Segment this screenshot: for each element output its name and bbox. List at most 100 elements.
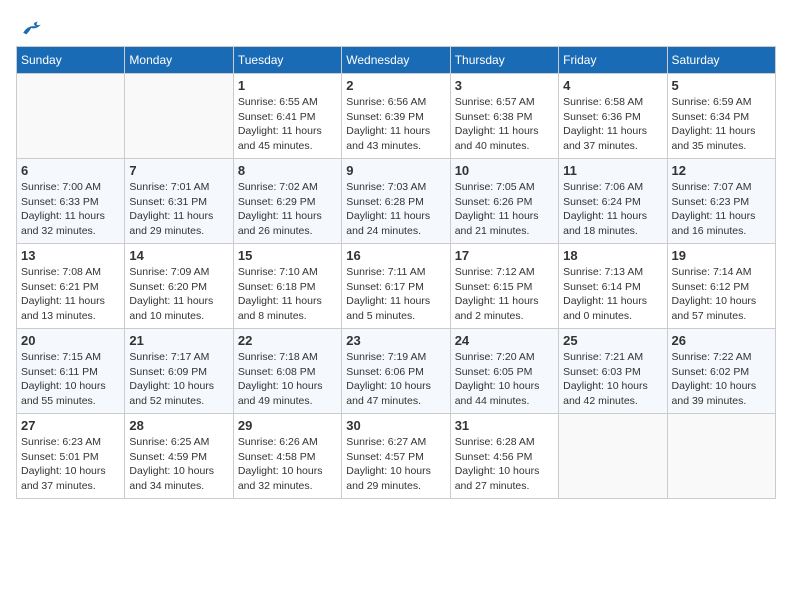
calendar-cell: 24 Sunrise: 7:20 AM Sunset: 6:05 PM Dayli…	[450, 329, 558, 414]
calendar-cell: 5 Sunrise: 6:59 AM Sunset: 6:34 PM Daylig…	[667, 74, 775, 159]
calendar-cell	[559, 414, 667, 499]
day-info: Sunrise: 7:19 AM Sunset: 6:06 PM Dayligh…	[346, 350, 445, 409]
page-header	[16, 16, 776, 36]
calendar-header-tuesday: Tuesday	[233, 47, 341, 74]
logo	[16, 16, 44, 36]
day-number: 26	[672, 333, 771, 348]
day-number: 23	[346, 333, 445, 348]
calendar-cell: 2 Sunrise: 6:56 AM Sunset: 6:39 PM Daylig…	[342, 74, 450, 159]
calendar-week-row: 13 Sunrise: 7:08 AM Sunset: 6:21 PM Dayli…	[17, 244, 776, 329]
day-info: Sunrise: 6:56 AM Sunset: 6:39 PM Dayligh…	[346, 95, 445, 154]
day-number: 31	[455, 418, 554, 433]
calendar-cell: 6 Sunrise: 7:00 AM Sunset: 6:33 PM Daylig…	[17, 159, 125, 244]
day-number: 13	[21, 248, 120, 263]
day-info: Sunrise: 7:08 AM Sunset: 6:21 PM Dayligh…	[21, 265, 120, 324]
calendar-cell	[17, 74, 125, 159]
day-number: 15	[238, 248, 337, 263]
day-info: Sunrise: 6:25 AM Sunset: 4:59 PM Dayligh…	[129, 435, 228, 494]
day-number: 28	[129, 418, 228, 433]
calendar-cell: 4 Sunrise: 6:58 AM Sunset: 6:36 PM Daylig…	[559, 74, 667, 159]
calendar-cell: 1Sunrise: 6:55 AM Sunset: 6:41 PM Daylig…	[233, 74, 341, 159]
calendar-cell: 29 Sunrise: 6:26 AM Sunset: 4:58 PM Dayli…	[233, 414, 341, 499]
calendar-header-wednesday: Wednesday	[342, 47, 450, 74]
calendar-week-row: 6 Sunrise: 7:00 AM Sunset: 6:33 PM Daylig…	[17, 159, 776, 244]
calendar-cell: 8 Sunrise: 7:02 AM Sunset: 6:29 PM Daylig…	[233, 159, 341, 244]
day-info: Sunrise: 7:14 AM Sunset: 6:12 PM Dayligh…	[672, 265, 771, 324]
day-number: 25	[563, 333, 662, 348]
day-info: Sunrise: 7:06 AM Sunset: 6:24 PM Dayligh…	[563, 180, 662, 239]
calendar-cell: 18 Sunrise: 7:13 AM Sunset: 6:14 PM Dayli…	[559, 244, 667, 329]
logo-bird-icon	[20, 16, 44, 40]
calendar-header-saturday: Saturday	[667, 47, 775, 74]
calendar-cell: 28 Sunrise: 6:25 AM Sunset: 4:59 PM Dayli…	[125, 414, 233, 499]
day-number: 3	[455, 78, 554, 93]
calendar-week-row: 1Sunrise: 6:55 AM Sunset: 6:41 PM Daylig…	[17, 74, 776, 159]
calendar-week-row: 27Sunrise: 6:23 AM Sunset: 5:01 PM Dayli…	[17, 414, 776, 499]
day-number: 5	[672, 78, 771, 93]
day-info: Sunrise: 7:02 AM Sunset: 6:29 PM Dayligh…	[238, 180, 337, 239]
day-info: Sunrise: 7:03 AM Sunset: 6:28 PM Dayligh…	[346, 180, 445, 239]
calendar-table: SundayMondayTuesdayWednesdayThursdayFrid…	[16, 46, 776, 499]
calendar-header-sunday: Sunday	[17, 47, 125, 74]
day-info: Sunrise: 7:22 AM Sunset: 6:02 PM Dayligh…	[672, 350, 771, 409]
day-number: 4	[563, 78, 662, 93]
day-number: 10	[455, 163, 554, 178]
day-info: Sunrise: 7:10 AM Sunset: 6:18 PM Dayligh…	[238, 265, 337, 324]
day-number: 21	[129, 333, 228, 348]
day-number: 12	[672, 163, 771, 178]
day-number: 6	[21, 163, 120, 178]
day-info: Sunrise: 6:55 AM Sunset: 6:41 PM Dayligh…	[238, 95, 337, 154]
calendar-cell: 12 Sunrise: 7:07 AM Sunset: 6:23 PM Dayli…	[667, 159, 775, 244]
day-number: 9	[346, 163, 445, 178]
day-info: Sunrise: 7:01 AM Sunset: 6:31 PM Dayligh…	[129, 180, 228, 239]
calendar-cell: 10Sunrise: 7:05 AM Sunset: 6:26 PM Dayli…	[450, 159, 558, 244]
day-number: 11	[563, 163, 662, 178]
calendar-header-friday: Friday	[559, 47, 667, 74]
day-number: 8	[238, 163, 337, 178]
day-number: 20	[21, 333, 120, 348]
calendar-header-row: SundayMondayTuesdayWednesdayThursdayFrid…	[17, 47, 776, 74]
calendar-cell: 25 Sunrise: 7:21 AM Sunset: 6:03 PM Dayli…	[559, 329, 667, 414]
day-number: 24	[455, 333, 554, 348]
day-info: Sunrise: 6:23 AM Sunset: 5:01 PM Dayligh…	[21, 435, 120, 494]
day-number: 19	[672, 248, 771, 263]
day-number: 29	[238, 418, 337, 433]
day-number: 14	[129, 248, 228, 263]
day-info: Sunrise: 7:11 AM Sunset: 6:17 PM Dayligh…	[346, 265, 445, 324]
day-number: 17	[455, 248, 554, 263]
calendar-header-thursday: Thursday	[450, 47, 558, 74]
calendar-cell: 11 Sunrise: 7:06 AM Sunset: 6:24 PM Dayli…	[559, 159, 667, 244]
day-info: Sunrise: 7:00 AM Sunset: 6:33 PM Dayligh…	[21, 180, 120, 239]
day-info: Sunrise: 7:20 AM Sunset: 6:05 PM Dayligh…	[455, 350, 554, 409]
day-info: Sunrise: 7:09 AM Sunset: 6:20 PM Dayligh…	[129, 265, 228, 324]
day-info: Sunrise: 7:07 AM Sunset: 6:23 PM Dayligh…	[672, 180, 771, 239]
day-info: Sunrise: 6:59 AM Sunset: 6:34 PM Dayligh…	[672, 95, 771, 154]
day-info: Sunrise: 7:18 AM Sunset: 6:08 PM Dayligh…	[238, 350, 337, 409]
calendar-cell: 27Sunrise: 6:23 AM Sunset: 5:01 PM Dayli…	[17, 414, 125, 499]
calendar-cell: 21Sunrise: 7:17 AM Sunset: 6:09 PM Dayli…	[125, 329, 233, 414]
calendar-cell: 26 Sunrise: 7:22 AM Sunset: 6:02 PM Dayli…	[667, 329, 775, 414]
day-info: Sunrise: 7:12 AM Sunset: 6:15 PM Dayligh…	[455, 265, 554, 324]
day-info: Sunrise: 6:28 AM Sunset: 4:56 PM Dayligh…	[455, 435, 554, 494]
day-info: Sunrise: 7:15 AM Sunset: 6:11 PM Dayligh…	[21, 350, 120, 409]
calendar-header-monday: Monday	[125, 47, 233, 74]
day-number: 16	[346, 248, 445, 263]
day-info: Sunrise: 7:21 AM Sunset: 6:03 PM Dayligh…	[563, 350, 662, 409]
day-info: Sunrise: 6:57 AM Sunset: 6:38 PM Dayligh…	[455, 95, 554, 154]
calendar-cell: 22 Sunrise: 7:18 AM Sunset: 6:08 PM Dayli…	[233, 329, 341, 414]
calendar-cell	[125, 74, 233, 159]
calendar-cell: 3 Sunrise: 6:57 AM Sunset: 6:38 PM Daylig…	[450, 74, 558, 159]
calendar-cell: 20 Sunrise: 7:15 AM Sunset: 6:11 PM Dayli…	[17, 329, 125, 414]
calendar-cell: 16 Sunrise: 7:11 AM Sunset: 6:17 PM Dayli…	[342, 244, 450, 329]
day-info: Sunrise: 6:26 AM Sunset: 4:58 PM Dayligh…	[238, 435, 337, 494]
calendar-cell: 9 Sunrise: 7:03 AM Sunset: 6:28 PM Daylig…	[342, 159, 450, 244]
day-info: Sunrise: 6:58 AM Sunset: 6:36 PM Dayligh…	[563, 95, 662, 154]
calendar-cell	[667, 414, 775, 499]
calendar-cell: 31 Sunrise: 6:28 AM Sunset: 4:56 PM Dayli…	[450, 414, 558, 499]
day-number: 22	[238, 333, 337, 348]
calendar-cell: 7Sunrise: 7:01 AM Sunset: 6:31 PM Daylig…	[125, 159, 233, 244]
calendar-cell: 17 Sunrise: 7:12 AM Sunset: 6:15 PM Dayli…	[450, 244, 558, 329]
day-info: Sunrise: 7:13 AM Sunset: 6:14 PM Dayligh…	[563, 265, 662, 324]
day-number: 2	[346, 78, 445, 93]
day-number: 18	[563, 248, 662, 263]
